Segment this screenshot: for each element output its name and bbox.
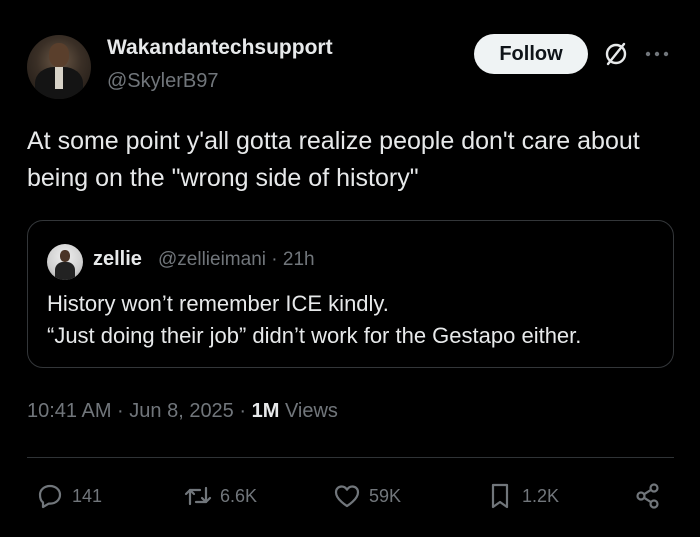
quoted-author-name[interactable]: zellie [93,248,142,271]
author-avatar[interactable] [27,35,91,99]
action-bar: 141 6.6K 59K 1.2K [0,478,700,514]
quoted-author-avatar[interactable] [47,244,83,280]
repost-button[interactable]: 6.6K [184,478,257,514]
quoted-author-meta: @zellieimani · 21h [158,249,315,270]
time-date[interactable]: 10:41 AM · Jun 8, 2025 · [27,400,252,422]
author-handle[interactable]: @SkylerB97 [107,70,218,93]
repost-count: 6.6K [220,485,258,506]
views-count: 1M [251,400,280,422]
reply-count: 141 [72,485,103,506]
like-count: 59K [369,485,402,506]
divider [27,457,674,458]
follow-button[interactable]: Follow [474,34,588,74]
like-button[interactable]: 59K [333,478,401,514]
author-display-name[interactable]: Wakandantechsupport [107,36,333,60]
quoted-tweet-text: History won’t remember ICE kindly. “Just… [47,288,667,352]
quoted-text-line-1: History won’t remember ICE kindly. [47,291,389,316]
quoted-tweet[interactable]: zellie @zellieimani · 21h History won’t … [27,220,674,368]
reply-icon [38,484,62,509]
slashed-circle-icon[interactable] [602,40,630,68]
share-button[interactable] [634,478,662,514]
views-label: Views [279,400,338,422]
heart-icon [334,485,360,508]
bookmark-icon [491,483,509,509]
tweet-timestamp: 10:41 AM · Jun 8, 2025 · 1M Views [27,400,338,423]
reply-button[interactable]: 141 [36,478,102,514]
tweet-text: At some point y'all gotta realize people… [27,127,640,192]
bookmark-count: 1.2K [522,485,560,506]
quoted-text-line-2: “Just doing their job” didn’t work for t… [47,323,582,348]
repost-icon [184,486,212,506]
bookmark-button[interactable]: 1.2K [486,478,559,514]
share-icon [636,483,659,509]
more-dots-icon[interactable] [640,40,674,68]
